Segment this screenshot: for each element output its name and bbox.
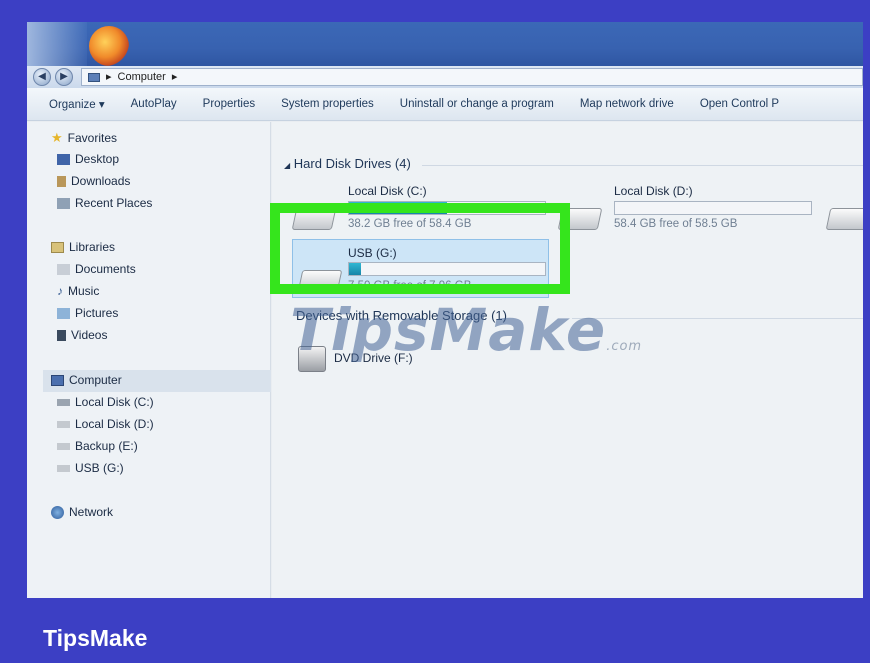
group-divider bbox=[572, 318, 863, 319]
sidebar-item-label: Recent Places bbox=[75, 196, 153, 210]
network-icon bbox=[51, 505, 64, 519]
address-bar[interactable]: ▸ Computer ▸ bbox=[81, 68, 863, 86]
removable-storage-header[interactable]: Devices with Removable Storage (1) bbox=[296, 308, 507, 323]
drive-icon bbox=[57, 442, 70, 450]
sidebar-item-label: Favorites bbox=[67, 131, 118, 145]
collapse-triangle-icon: ◢ bbox=[284, 161, 291, 170]
sidebar-item-computer[interactable]: Computer bbox=[51, 373, 122, 387]
sidebar-item-label: Downloads bbox=[71, 174, 131, 188]
back-icon[interactable]: ◀ bbox=[33, 68, 51, 86]
sidebar-item-music[interactable]: ♪ Music bbox=[57, 284, 99, 298]
sidebar-item-label: Local Disk (C:) bbox=[75, 395, 154, 409]
drive-c-label[interactable]: Local Disk (C:) bbox=[348, 184, 427, 198]
drive-g-label[interactable]: USB (G:) bbox=[348, 246, 397, 260]
drive-icon bbox=[57, 420, 70, 428]
sidebar-item-label: Desktop bbox=[75, 152, 120, 166]
hard-disk-drives-header[interactable]: ◢ Hard Disk Drives (4) bbox=[284, 156, 411, 171]
navigation-pane: ★ Favorites Desktop Downloads Recent Pla… bbox=[27, 122, 271, 598]
address-row: ◀ ▶ ▸ Computer ▸ bbox=[27, 66, 863, 88]
sidebar-item-favorites[interactable]: ★ Favorites bbox=[51, 130, 117, 146]
sidebar-item-label: Videos bbox=[71, 328, 108, 342]
sidebar-item-pictures[interactable]: Pictures bbox=[57, 306, 118, 320]
sidebar-item-recent-places[interactable]: Recent Places bbox=[57, 196, 152, 210]
sidebar-item-downloads[interactable]: Downloads bbox=[57, 174, 130, 188]
sidebar-item-desktop[interactable]: Desktop bbox=[57, 152, 119, 166]
breadcrumb-computer[interactable]: Computer bbox=[118, 69, 166, 85]
dvd-drive-icon bbox=[298, 346, 326, 372]
drive-icon bbox=[557, 208, 603, 230]
star-icon: ★ bbox=[51, 130, 63, 145]
music-icon: ♪ bbox=[57, 284, 63, 298]
sidebar-item-backup-e[interactable]: Backup (E:) bbox=[57, 439, 138, 453]
drive-g-usage-bar bbox=[348, 262, 546, 276]
drive-c-usage-bar bbox=[348, 201, 546, 215]
libraries-icon bbox=[51, 241, 64, 253]
sidebar-item-libraries[interactable]: Libraries bbox=[51, 240, 115, 254]
sidebar-item-label: Pictures bbox=[75, 306, 119, 320]
content-pane: ◢ Hard Disk Drives (4) Local Disk (C:) 3… bbox=[272, 122, 863, 598]
dvd-drive-label[interactable]: DVD Drive (F:) bbox=[334, 351, 413, 365]
drive-d-usage-bar bbox=[614, 201, 812, 215]
drive-g-usage-fill bbox=[349, 263, 361, 275]
pictures-icon bbox=[57, 307, 70, 319]
command-bar: Organize ▾ AutoPlay Properties System pr… bbox=[27, 88, 863, 121]
drive-c-usage-fill bbox=[349, 202, 447, 214]
brand-caption: TipsMake bbox=[43, 625, 148, 651]
drive-c-free-space: 38.2 GB free of 58.4 GB bbox=[348, 218, 472, 230]
autoplay-button[interactable]: AutoPlay bbox=[118, 98, 190, 110]
system-properties-button[interactable]: System properties bbox=[268, 98, 387, 110]
sidebar-item-label: Documents bbox=[75, 262, 136, 276]
sidebar-item-videos[interactable]: Videos bbox=[57, 328, 107, 342]
title-bar-glass bbox=[27, 22, 87, 66]
sidebar-item-label: Network bbox=[69, 505, 114, 519]
title-bar bbox=[27, 22, 863, 66]
organize-button[interactable]: Organize ▾ bbox=[27, 97, 118, 111]
sidebar-item-label: USB (G:) bbox=[75, 461, 124, 475]
usb-drive-icon bbox=[297, 270, 343, 292]
uninstall-program-button[interactable]: Uninstall or change a program bbox=[387, 98, 567, 110]
group-title: Devices with Removable Storage (1) bbox=[296, 308, 507, 323]
firefox-logo-icon bbox=[89, 26, 129, 66]
computer-icon bbox=[51, 374, 64, 386]
windows-drive-icon bbox=[291, 208, 337, 230]
properties-button[interactable]: Properties bbox=[190, 98, 268, 110]
sidebar-item-local-disk-c[interactable]: Local Disk (C:) bbox=[57, 395, 154, 409]
drive-d-label[interactable]: Local Disk (D:) bbox=[614, 184, 693, 198]
sidebar-item-documents[interactable]: Documents bbox=[57, 262, 136, 276]
drive-g-free-space: 7.50 GB free of 7.96 GB bbox=[348, 280, 472, 292]
open-control-panel-button[interactable]: Open Control P bbox=[687, 98, 792, 110]
sidebar-item-label: Local Disk (D:) bbox=[75, 417, 154, 431]
sidebar-item-usb-g[interactable]: USB (G:) bbox=[57, 461, 124, 475]
breadcrumb-separator: ▸ bbox=[106, 71, 112, 83]
group-divider bbox=[422, 165, 863, 166]
group-title: Hard Disk Drives (4) bbox=[293, 156, 411, 171]
explorer-screenshot: ◀ ▶ ▸ Computer ▸ Organize ▾ AutoPlay Pro… bbox=[27, 22, 863, 598]
sidebar-item-label: Computer bbox=[69, 373, 122, 387]
sidebar-item-local-disk-d[interactable]: Local Disk (D:) bbox=[57, 417, 154, 431]
desktop-icon bbox=[57, 153, 70, 165]
drive-icon bbox=[825, 208, 863, 230]
forward-icon[interactable]: ▶ bbox=[55, 68, 73, 86]
documents-icon bbox=[57, 263, 70, 275]
sidebar-item-label: Backup (E:) bbox=[75, 439, 138, 453]
drive-d-free-space: 58.4 GB free of 58.5 GB bbox=[614, 218, 738, 230]
videos-icon bbox=[57, 329, 66, 341]
recent-places-icon bbox=[57, 197, 70, 209]
computer-icon bbox=[88, 72, 100, 82]
sidebar-item-network[interactable]: Network bbox=[51, 505, 113, 519]
sidebar-item-label: Libraries bbox=[69, 240, 116, 254]
windows-drive-icon bbox=[57, 398, 70, 406]
map-network-drive-button[interactable]: Map network drive bbox=[567, 98, 687, 110]
usb-drive-icon bbox=[57, 464, 70, 472]
sidebar-item-label: Music bbox=[68, 284, 100, 298]
breadcrumb-chevron-icon[interactable]: ▸ bbox=[172, 69, 178, 85]
downloads-icon bbox=[57, 175, 66, 187]
